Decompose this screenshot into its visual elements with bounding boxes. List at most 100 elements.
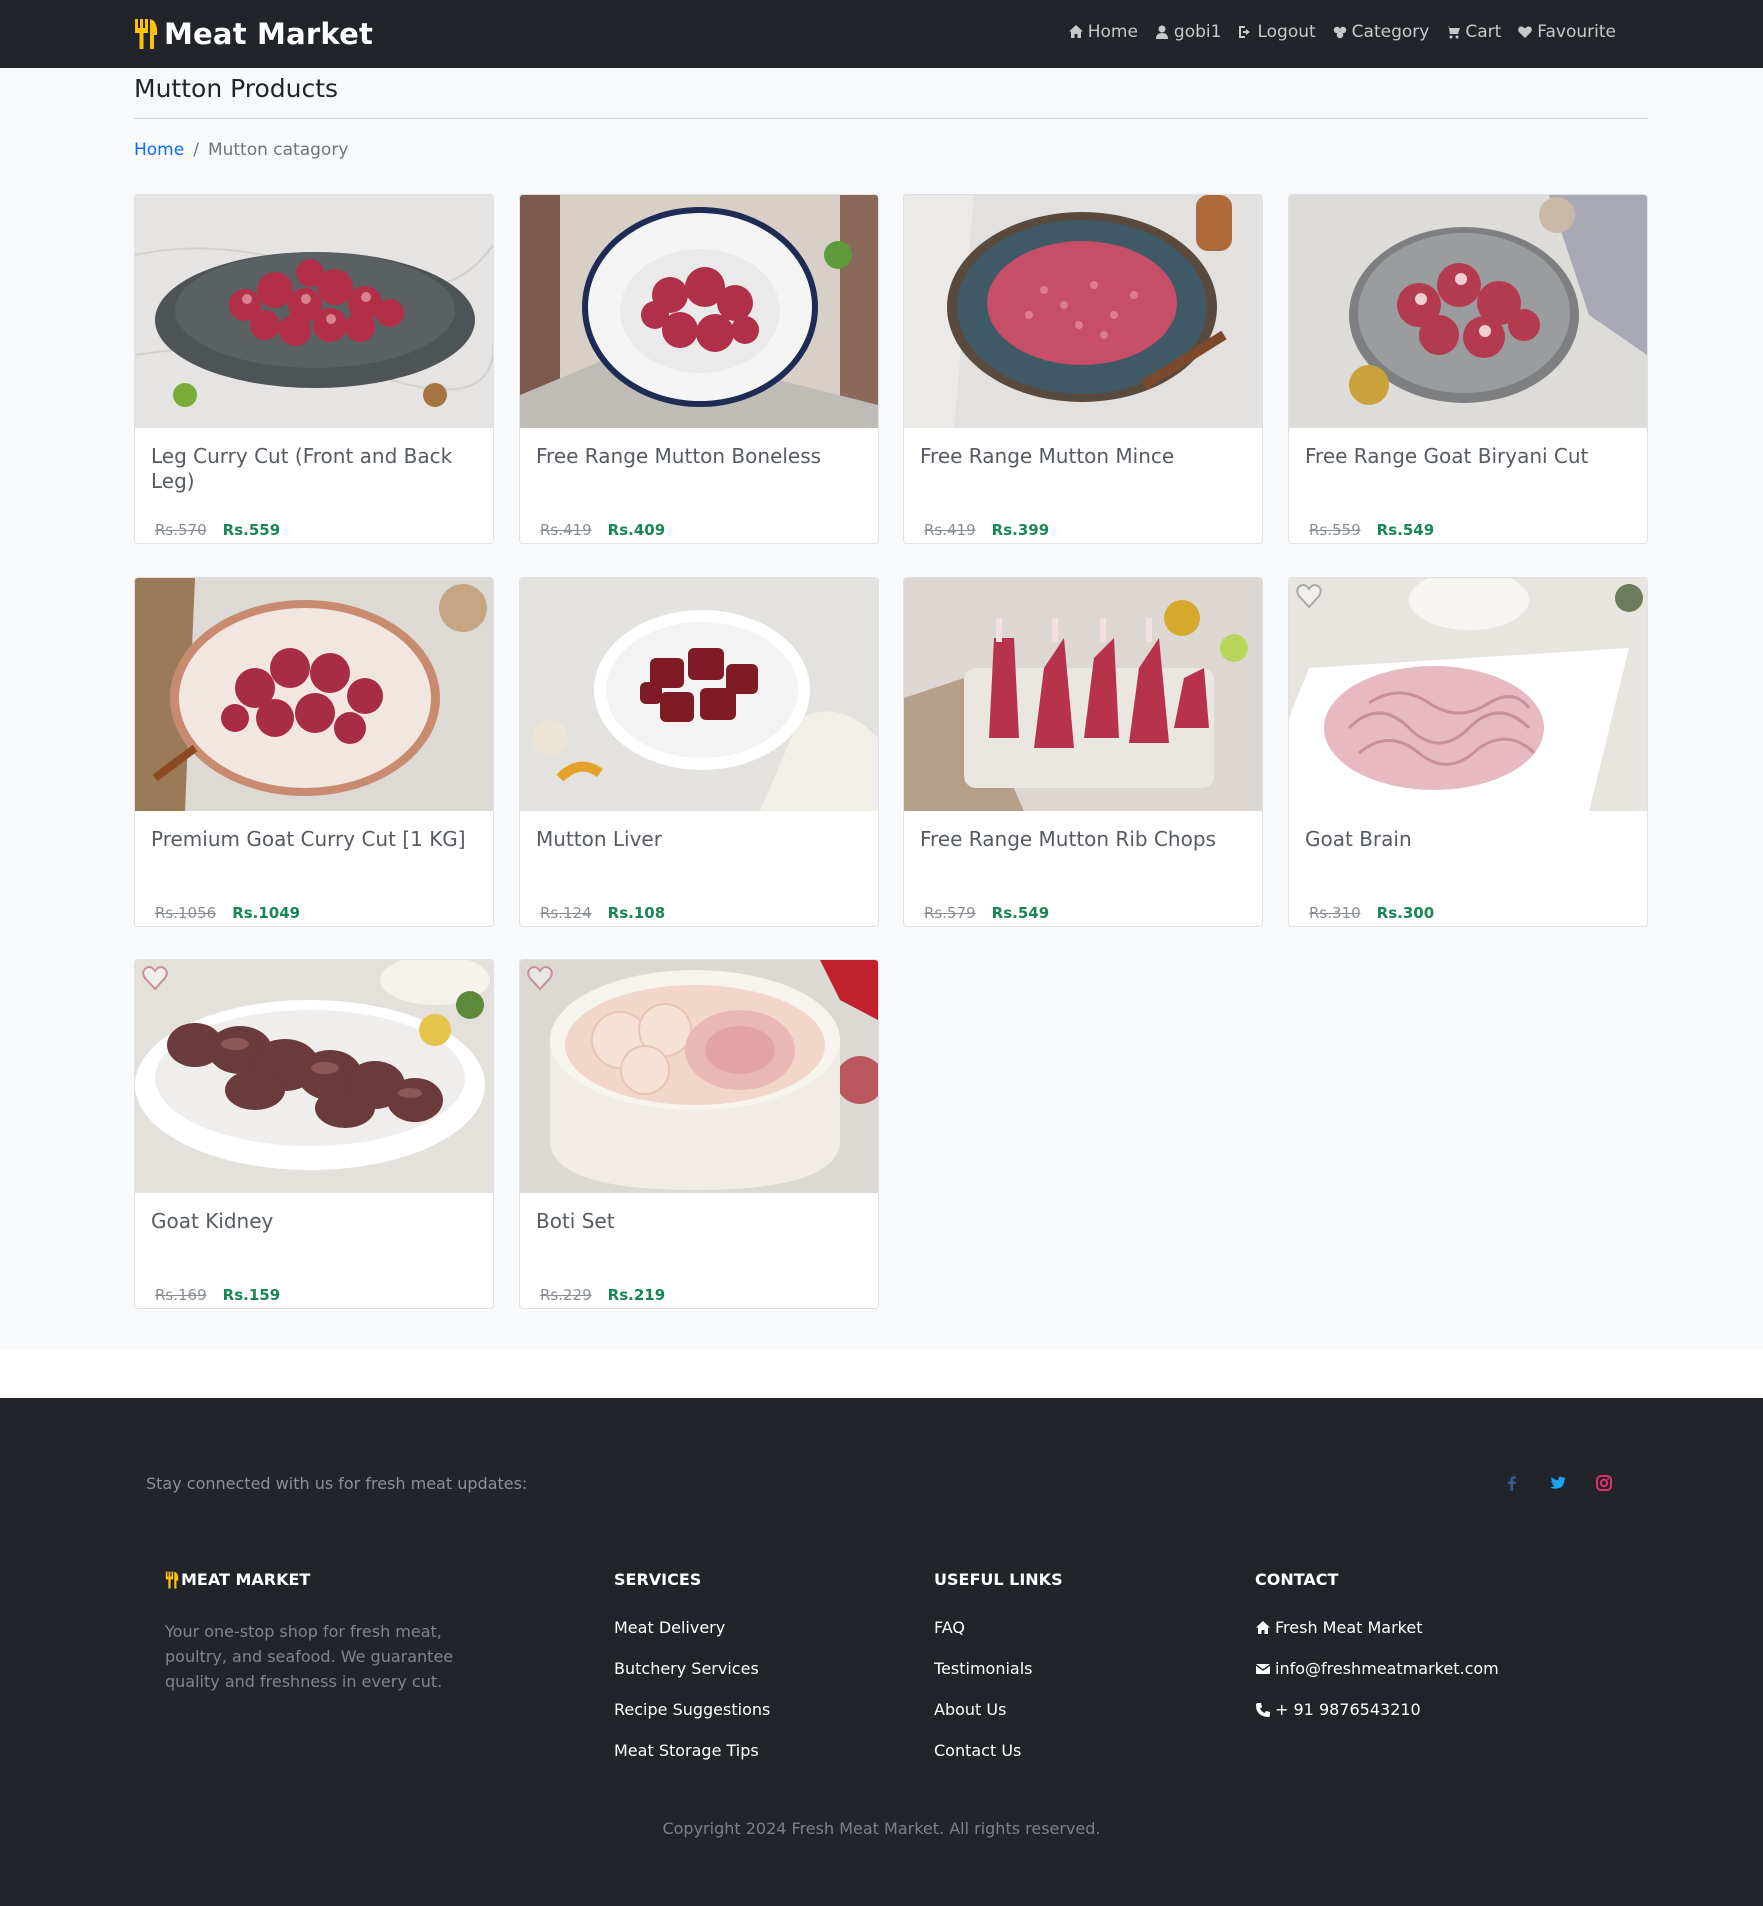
favourite-badge-icon[interactable] bbox=[1295, 582, 1323, 610]
product-card[interactable]: Free Range Goat Biryani Cut Rs.559 Rs.54… bbox=[1288, 194, 1648, 544]
current-price: Rs.159 bbox=[222, 1286, 281, 1304]
product-name[interactable]: Premium Goat Curry Cut [1 KG] bbox=[151, 827, 479, 852]
contact-address: Fresh Meat Market bbox=[1255, 1607, 1499, 1648]
nav-user[interactable]: gobi1 bbox=[1154, 22, 1222, 42]
product-name[interactable]: Free Range Mutton Boneless bbox=[536, 444, 864, 469]
old-price: Rs.229 bbox=[540, 1286, 592, 1304]
footer-brand-column: Meat Market Your one-stop shop for fresh… bbox=[165, 1570, 505, 1694]
old-price: Rs.559 bbox=[1309, 521, 1361, 539]
current-price: Rs.300 bbox=[1376, 904, 1435, 922]
product-card[interactable]: Free Range Mutton Boneless Rs.419 Rs.409 bbox=[519, 194, 879, 544]
footer: Stay connected with us for fresh meat up… bbox=[0, 1398, 1763, 1906]
utensils-icon bbox=[165, 1571, 179, 1588]
current-price: Rs.409 bbox=[607, 521, 666, 539]
footer-link[interactable]: About Us bbox=[934, 1689, 1063, 1730]
nav-logout[interactable]: Logout bbox=[1237, 22, 1316, 42]
footer-link[interactable]: FAQ bbox=[934, 1607, 1063, 1648]
contact-phone-text: + 91 9876543210 bbox=[1275, 1700, 1421, 1719]
brand-name: Meat Market bbox=[164, 17, 374, 51]
nav-links: Home gobi1 Logout Category Cart Favourit… bbox=[1068, 22, 1616, 42]
heart-icon bbox=[1518, 26, 1533, 38]
nav-cart[interactable]: Cart bbox=[1445, 22, 1501, 42]
nav-user-label: gobi1 bbox=[1173, 22, 1222, 42]
footer-link[interactable]: Contact Us bbox=[934, 1730, 1063, 1771]
goat-brain-image bbox=[1289, 578, 1647, 811]
footer-services-heading: Services bbox=[614, 1570, 702, 1589]
footer-link[interactable]: Meat Delivery bbox=[614, 1607, 770, 1648]
product-price: Rs.1056 Rs.1049 bbox=[155, 904, 300, 922]
product-card[interactable]: Boti Set Rs.229 Rs.219 bbox=[519, 959, 879, 1309]
product-name[interactable]: Free Range Mutton Mince bbox=[920, 444, 1248, 469]
breadcrumb-home-link[interactable]: Home bbox=[134, 140, 184, 160]
product-name[interactable]: Goat Brain bbox=[1305, 827, 1633, 852]
product-card[interactable]: Goat Brain Rs.310 Rs.300 bbox=[1288, 577, 1648, 927]
product-name[interactable]: Free Range Mutton Rib Chops bbox=[920, 827, 1248, 852]
favourite-badge-icon[interactable] bbox=[526, 964, 554, 992]
product-price: Rs.124 Rs.108 bbox=[540, 904, 665, 922]
boti-set-image bbox=[520, 960, 878, 1193]
home-icon bbox=[1068, 25, 1083, 38]
current-price: Rs.549 bbox=[991, 904, 1050, 922]
logout-icon bbox=[1239, 26, 1251, 38]
product-price: Rs.169 Rs.159 bbox=[155, 1286, 280, 1304]
footer-useful-links-column: Useful Links FAQ Testimonials About Us C… bbox=[934, 1570, 1063, 1771]
product-card[interactable]: Leg Curry Cut (Front and Back Leg) Rs.57… bbox=[134, 194, 494, 544]
product-card[interactable]: Premium Goat Curry Cut [1 KG] Rs.1056 Rs… bbox=[134, 577, 494, 927]
home-icon bbox=[1256, 1620, 1270, 1634]
utensils-icon bbox=[135, 19, 158, 49]
product-card[interactable]: Goat Kidney Rs.169 Rs.159 bbox=[134, 959, 494, 1309]
footer-brand: Meat Market bbox=[165, 1570, 505, 1589]
instagram-icon[interactable] bbox=[1595, 1474, 1613, 1492]
product-price: Rs.419 Rs.399 bbox=[924, 521, 1049, 539]
nav-home[interactable]: Home bbox=[1068, 22, 1138, 42]
social-links bbox=[1503, 1474, 1613, 1492]
product-name[interactable]: Leg Curry Cut (Front and Back Leg) bbox=[151, 444, 479, 494]
favourite-badge-icon[interactable] bbox=[141, 964, 169, 992]
product-name[interactable]: Boti Set bbox=[536, 1209, 864, 1234]
old-price: Rs.419 bbox=[540, 521, 592, 539]
product-price: Rs.559 Rs.549 bbox=[1309, 521, 1434, 539]
breadcrumb-separator: / bbox=[193, 140, 199, 160]
footer-link[interactable]: Butchery Services bbox=[614, 1648, 770, 1689]
footer-link[interactable]: Testimonials bbox=[934, 1648, 1063, 1689]
contact-phone[interactable]: + 91 9876543210 bbox=[1255, 1689, 1499, 1730]
product-name[interactable]: Mutton Liver bbox=[536, 827, 864, 852]
product-card[interactable]: Mutton Liver Rs.124 Rs.108 bbox=[519, 577, 879, 927]
old-price: Rs.169 bbox=[155, 1286, 207, 1304]
old-price: Rs.310 bbox=[1309, 904, 1361, 922]
breadcrumb-current: Mutton catagory bbox=[207, 140, 349, 160]
product-card[interactable]: Free Range Mutton Rib Chops Rs.579 Rs.54… bbox=[903, 577, 1263, 927]
product-price: Rs.310 Rs.300 bbox=[1309, 904, 1434, 922]
old-price: Rs.570 bbox=[155, 521, 207, 539]
nav-home-label: Home bbox=[1087, 22, 1138, 42]
copyright: Copyright 2024 Fresh Meat Market. All ri… bbox=[662, 1819, 1101, 1838]
old-price: Rs.1056 bbox=[155, 904, 217, 922]
product-price: Rs.579 Rs.549 bbox=[924, 904, 1049, 922]
nav-logout-label: Logout bbox=[1257, 22, 1316, 42]
footer-link[interactable]: Meat Storage Tips bbox=[614, 1730, 770, 1771]
footer-contact-column: Contact Fresh Meat Market info@freshmeat… bbox=[1255, 1570, 1499, 1730]
top-navbar: Meat Market Home gobi1 Logout Category C… bbox=[0, 0, 1763, 68]
footer-brand-name: Meat Market bbox=[181, 1570, 311, 1589]
brand[interactable]: Meat Market bbox=[134, 14, 373, 54]
footer-link[interactable]: Recipe Suggestions bbox=[614, 1689, 770, 1730]
nav-cart-label: Cart bbox=[1465, 22, 1502, 42]
mutton-mince-image bbox=[904, 195, 1262, 428]
footer-spacer bbox=[0, 1350, 1763, 1398]
current-price: Rs.108 bbox=[607, 904, 666, 922]
current-price: Rs.1049 bbox=[232, 904, 301, 922]
breadcrumb: Home / Mutton catagory bbox=[134, 140, 348, 160]
facebook-icon[interactable] bbox=[1503, 1474, 1521, 1492]
category-icon bbox=[1333, 26, 1346, 39]
twitter-icon[interactable] bbox=[1549, 1474, 1567, 1492]
product-name[interactable]: Goat Kidney bbox=[151, 1209, 479, 1234]
contact-address-text: Fresh Meat Market bbox=[1275, 1618, 1423, 1637]
nav-favourite[interactable]: Favourite bbox=[1517, 22, 1616, 42]
product-card[interactable]: Free Range Mutton Mince Rs.419 Rs.399 bbox=[903, 194, 1263, 544]
product-price: Rs.419 Rs.409 bbox=[540, 521, 665, 539]
product-name[interactable]: Free Range Goat Biryani Cut bbox=[1305, 444, 1633, 469]
cart-icon bbox=[1446, 26, 1461, 39]
current-price: Rs.219 bbox=[607, 1286, 666, 1304]
nav-category[interactable]: Category bbox=[1332, 22, 1429, 42]
contact-email[interactable]: info@freshmeatmarket.com bbox=[1255, 1648, 1499, 1689]
